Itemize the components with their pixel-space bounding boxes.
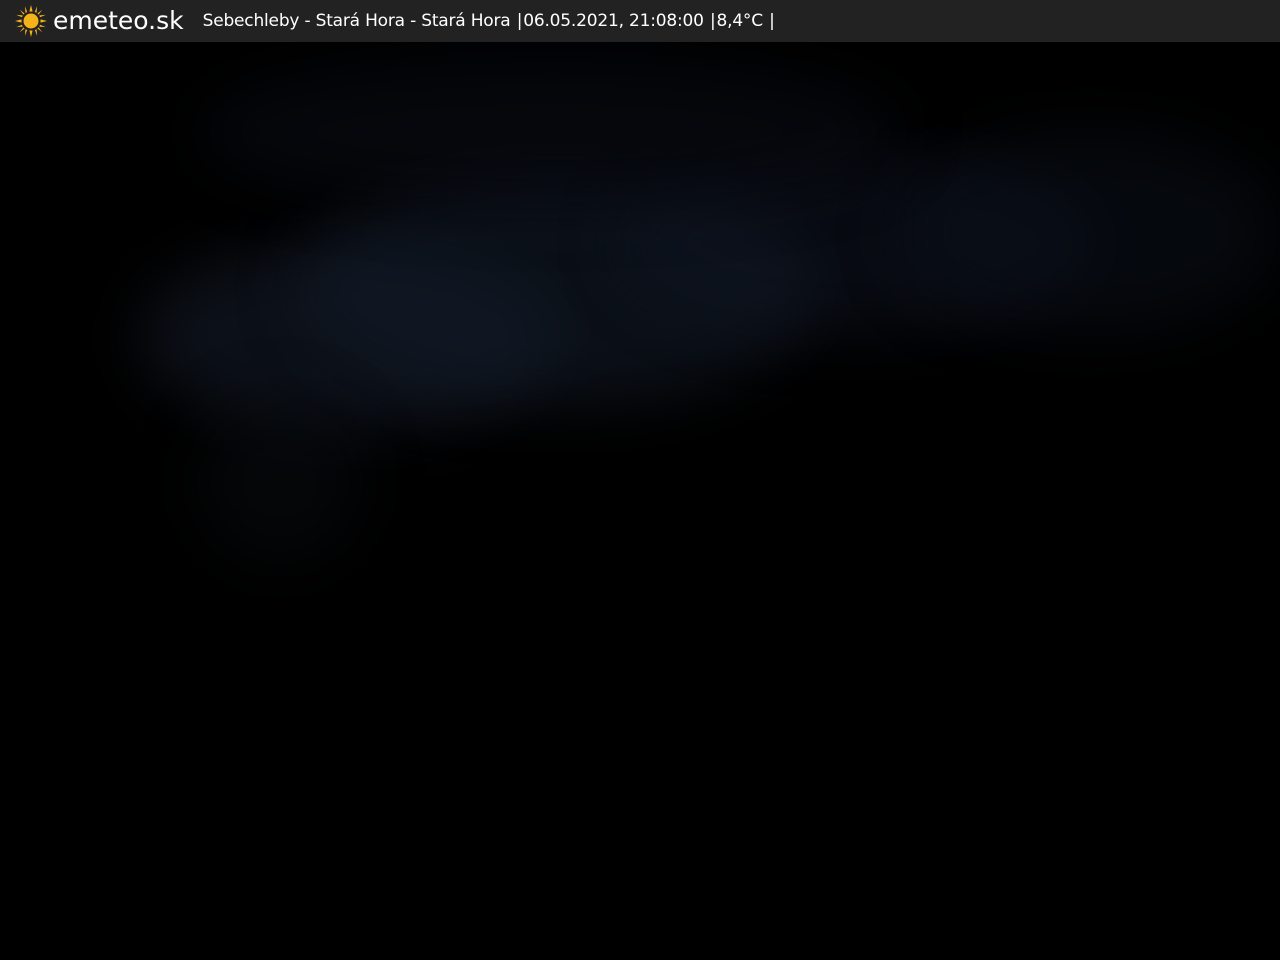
- cloud-layer: [200, 402, 360, 562]
- webcam-image: [0, 42, 1280, 960]
- webcam-frame: emeteo.sk Sebechleby - Stará Hora - Star…: [0, 0, 1280, 960]
- emeteo-logo[interactable]: emeteo.sk: [14, 0, 184, 42]
- brand-name: emeteo.sk: [53, 6, 184, 35]
- webcam-caption: Sebechleby - Stará Hora - Stará Hora |06…: [203, 0, 776, 42]
- separator: |: [709, 11, 716, 31]
- separator: |: [769, 11, 775, 31]
- location-name: Sebechleby - Stará Hora - Stará Hora: [202, 11, 511, 31]
- sun-icon: [15, 5, 47, 37]
- header-bar: emeteo.sk Sebechleby - Stará Hora - Star…: [0, 0, 1280, 42]
- cloud-layer: [900, 132, 1280, 332]
- temperature: 8,4°C: [716, 11, 764, 31]
- datetime: 06.05.2021, 21:08:00: [523, 11, 704, 31]
- cloud-layer: [200, 62, 900, 202]
